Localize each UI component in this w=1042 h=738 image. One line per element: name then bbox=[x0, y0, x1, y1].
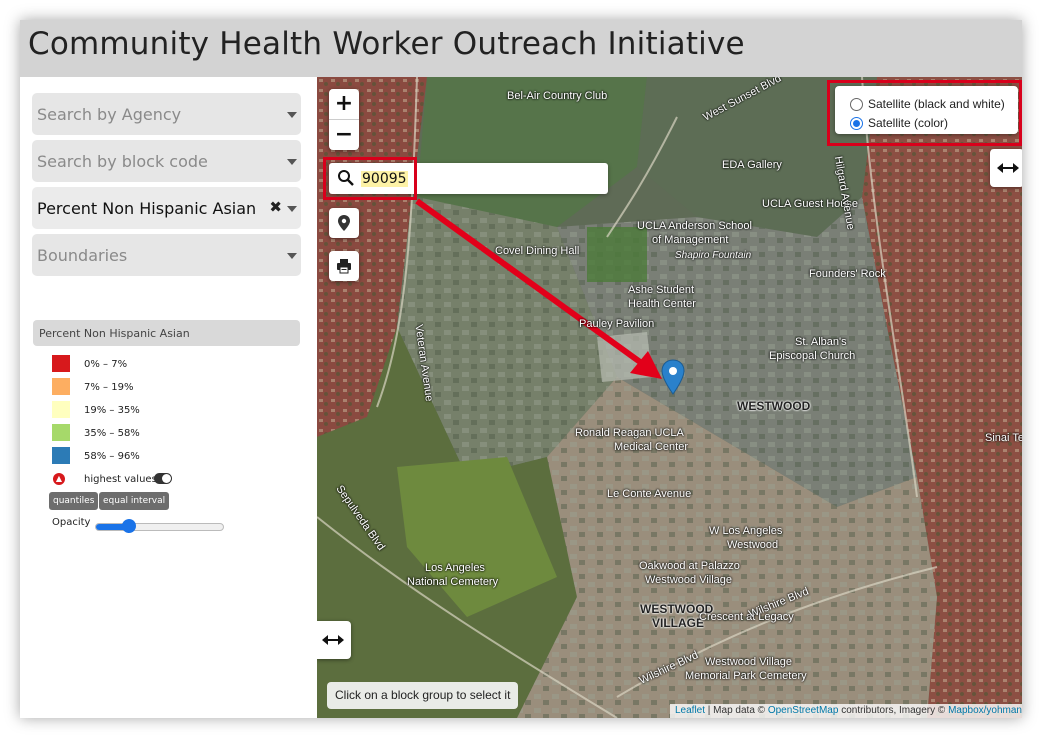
map-label: St. Alban's bbox=[795, 336, 847, 348]
search-highlight-box bbox=[323, 157, 417, 200]
map-label: Ashe Student bbox=[628, 284, 695, 296]
locate-button[interactable] bbox=[329, 208, 359, 238]
osm-link[interactable]: OpenStreetMap bbox=[768, 705, 839, 716]
map-view[interactable]: Bel-Air Country Club West Sunset Blvd ED… bbox=[317, 77, 1022, 718]
map-label: Los Angeles bbox=[425, 562, 485, 574]
legend-label: 0% – 7% bbox=[84, 359, 128, 370]
map-label: Memorial Park Cemetery bbox=[685, 670, 807, 682]
leaflet-link[interactable]: Leaflet bbox=[675, 705, 705, 716]
agency-search-placeholder: Search by Agency bbox=[37, 105, 182, 124]
double-arrow-icon bbox=[322, 635, 344, 645]
highest-values-label: highest values bbox=[84, 474, 157, 485]
expand-panel-button[interactable] bbox=[990, 149, 1022, 187]
block-code-search-placeholder: Search by block code bbox=[37, 152, 208, 171]
map-label: Pauley Pavilion bbox=[579, 318, 655, 330]
map-label: of Management bbox=[652, 234, 729, 246]
map-label: Westwood Village bbox=[645, 574, 733, 586]
map-label: Ronald Reagan UCLA bbox=[575, 427, 684, 439]
map-label: Medical Center bbox=[614, 441, 688, 453]
app-window: Community Health Worker Outreach Initiat… bbox=[20, 20, 1022, 718]
map-label: EDA Gallery bbox=[722, 159, 782, 171]
collapse-sidebar-button[interactable] bbox=[317, 621, 351, 659]
chevron-up-icon: ▲ bbox=[53, 473, 65, 485]
map-attribution: Leaflet | Map data © OpenStreetMap contr… bbox=[670, 704, 1022, 718]
header: Community Health Worker Outreach Initiat… bbox=[20, 20, 1022, 77]
map-label: W Los Angeles bbox=[709, 525, 783, 537]
mapbox-link[interactable]: Mapbox/yohman bbox=[948, 705, 1022, 716]
layer-highlight-box bbox=[827, 80, 1022, 146]
map-label: UCLA Anderson School bbox=[637, 220, 752, 232]
map-hint: Click on a block group to select it bbox=[327, 682, 519, 709]
opacity-label: Opacity bbox=[52, 517, 91, 528]
legend-title: Percent Non Hispanic Asian bbox=[33, 320, 300, 346]
map-label: Westwood Village bbox=[705, 656, 793, 668]
legend-swatch bbox=[52, 401, 70, 418]
legend-title-text: Percent Non Hispanic Asian bbox=[39, 327, 190, 340]
boundaries-placeholder: Boundaries bbox=[37, 246, 128, 265]
zoom-out-button[interactable]: − bbox=[329, 120, 359, 150]
map-label: Le Conte Avenue bbox=[607, 488, 692, 500]
variable-select-value: Percent Non Hispanic Asian bbox=[37, 199, 257, 218]
attribution-text: | Map data © bbox=[705, 705, 768, 716]
zoom-control: + − bbox=[329, 89, 359, 150]
print-button[interactable] bbox=[329, 251, 359, 281]
clear-selection-icon[interactable]: ✖ bbox=[269, 198, 282, 216]
opacity-slider[interactable] bbox=[95, 519, 224, 533]
map-marker-icon[interactable] bbox=[661, 359, 685, 395]
page-title: Community Health Worker Outreach Initiat… bbox=[28, 26, 745, 62]
highest-values-toggle[interactable] bbox=[154, 473, 172, 484]
map-label: National Cemetery bbox=[407, 576, 499, 588]
opacity-slider-handle[interactable] bbox=[122, 519, 136, 533]
variable-select-dropdown[interactable]: Percent Non Hispanic Asian ✖ bbox=[32, 187, 301, 229]
legend-swatch bbox=[52, 378, 70, 395]
map-label: Health Center bbox=[628, 298, 696, 310]
quantiles-button[interactable]: quantiles bbox=[49, 492, 99, 510]
map-label: Covel Dining Hall bbox=[495, 245, 580, 257]
legend-label: 7% – 19% bbox=[84, 382, 134, 393]
legend-label: 58% – 96% bbox=[84, 451, 140, 462]
map-label: Westwood bbox=[727, 539, 779, 551]
double-arrow-icon bbox=[997, 163, 1019, 173]
boundaries-dropdown[interactable]: Boundaries bbox=[32, 234, 301, 276]
location-pin-icon bbox=[338, 215, 350, 231]
map-label: Episcopal Church bbox=[769, 350, 856, 362]
chevron-down-icon bbox=[287, 112, 297, 118]
map-label: Sinai Te bbox=[985, 432, 1022, 444]
chevron-down-icon bbox=[287, 253, 297, 259]
map-label: Founders' Rock bbox=[809, 268, 886, 280]
attribution-text: contributors, Imagery © bbox=[838, 705, 949, 716]
equal-interval-button[interactable]: equal interval bbox=[99, 492, 170, 510]
print-icon bbox=[337, 259, 351, 274]
legend-swatch bbox=[52, 355, 70, 372]
map-label: Oakwood at Palazzo bbox=[639, 560, 740, 572]
legend-swatch bbox=[52, 424, 70, 441]
legend-label: 35% – 58% bbox=[84, 428, 140, 439]
sidebar: Search by Agency Search by block code Pe… bbox=[20, 77, 317, 718]
agency-search-dropdown[interactable]: Search by Agency bbox=[32, 93, 301, 135]
map-label: WESTWOOD bbox=[737, 399, 811, 413]
map-label: Shapiro Fountain bbox=[675, 250, 752, 261]
chevron-down-icon bbox=[287, 206, 297, 212]
block-code-search-dropdown[interactable]: Search by block code bbox=[32, 140, 301, 182]
map-label: Crescent at Legacy bbox=[699, 611, 794, 623]
map-label: VILLAGE bbox=[652, 616, 705, 630]
zoom-in-button[interactable]: + bbox=[329, 89, 359, 120]
legend-swatch bbox=[52, 447, 70, 464]
chevron-down-icon bbox=[287, 159, 297, 165]
legend-label: 19% – 35% bbox=[84, 405, 140, 416]
map-label: Bel-Air Country Club bbox=[507, 90, 608, 102]
